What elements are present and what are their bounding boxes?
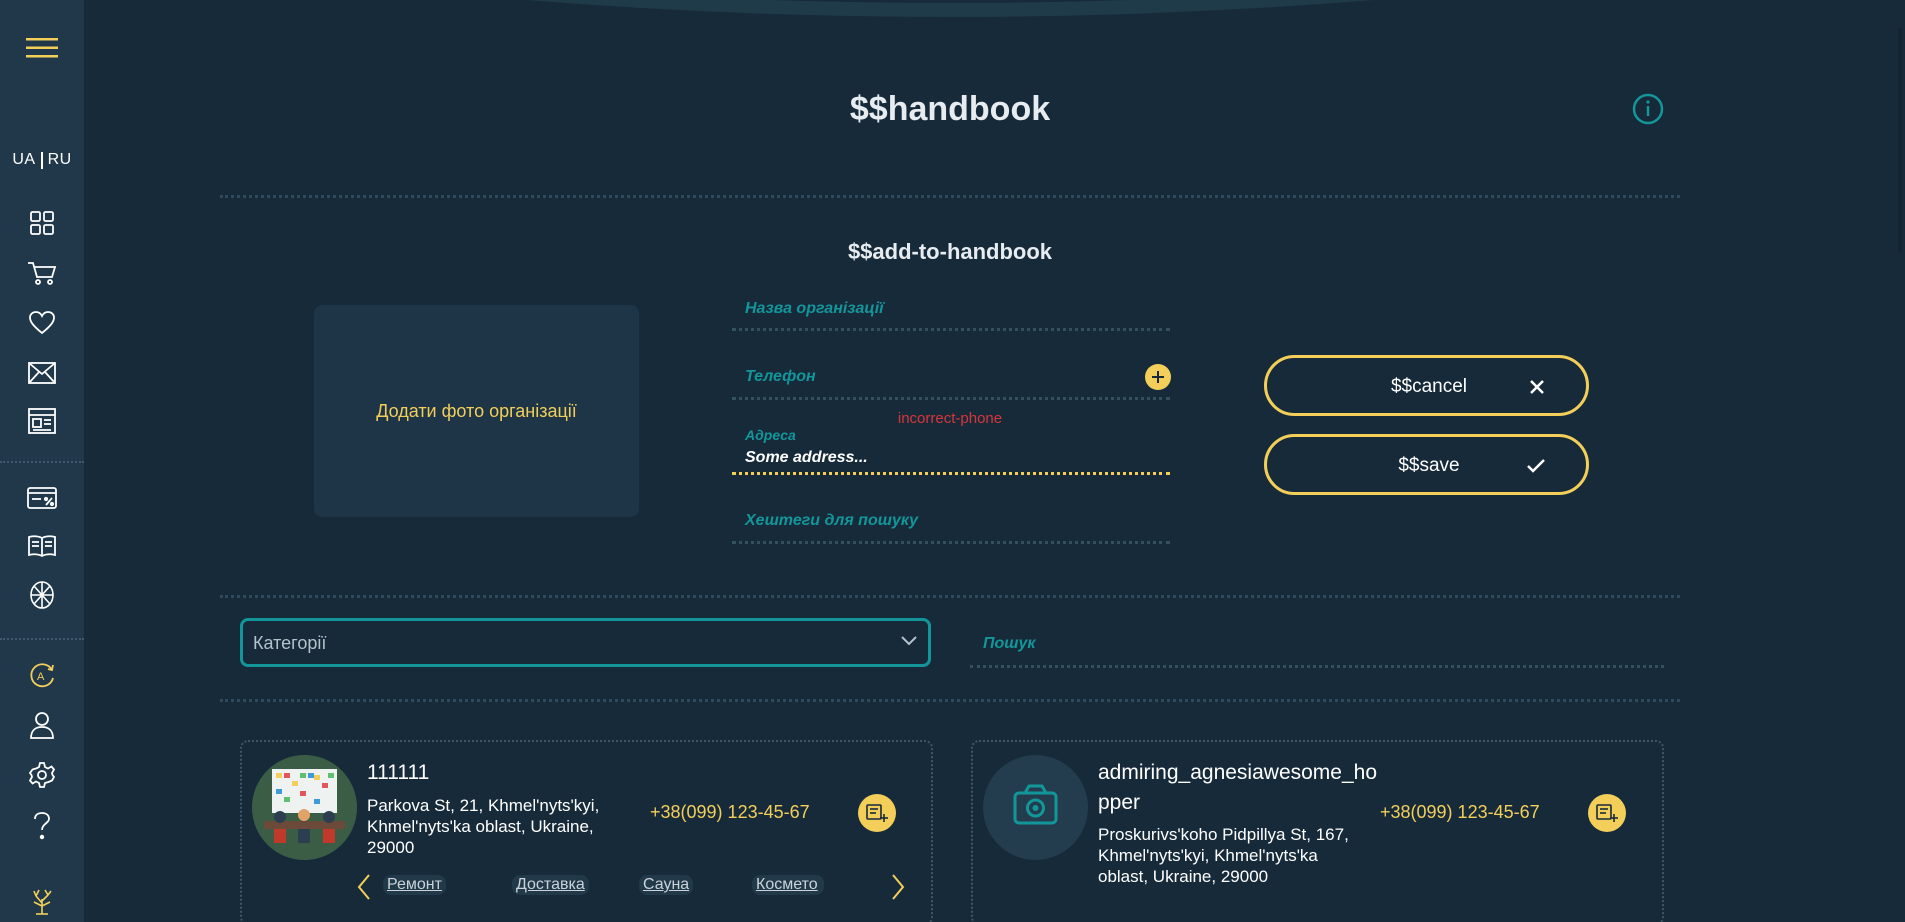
card-address: Proskurivs'koho Pidpillya St, 167, Khmel… bbox=[1098, 825, 1349, 886]
camera-icon bbox=[1013, 784, 1058, 825]
phone-error-message: incorrect-phone bbox=[897, 410, 1003, 427]
sidebar-item-tree[interactable] bbox=[0, 886, 84, 916]
hamburger-menu-button[interactable] bbox=[0, 34, 84, 62]
search-underline bbox=[970, 665, 1664, 668]
add-photo-label: Додати фото організації bbox=[376, 400, 577, 421]
phone-placeholder: Телефон bbox=[745, 368, 816, 385]
sidebar-item-flower[interactable] bbox=[0, 580, 84, 610]
top-decorative-arc bbox=[526, 0, 1374, 17]
news-icon bbox=[28, 408, 56, 434]
dashboard-icon bbox=[30, 211, 54, 235]
organization-avatar-placeholder bbox=[983, 755, 1088, 860]
sidebar-item-help[interactable] bbox=[0, 811, 84, 841]
user-icon bbox=[30, 712, 54, 739]
hashtags-field[interactable]: Хештеги для пошуку bbox=[732, 512, 1170, 546]
categories-placeholder: Категорії bbox=[253, 633, 327, 653]
add-phone-button[interactable] bbox=[1145, 364, 1171, 390]
section-divider bbox=[220, 595, 1680, 598]
sidebar-item-profile[interactable] bbox=[0, 711, 84, 739]
plus-icon bbox=[1152, 371, 1164, 383]
lang-ua[interactable]: UA bbox=[12, 151, 35, 169]
sidebar-item-cart[interactable] bbox=[0, 259, 84, 287]
sidebar: UA RU A bbox=[0, 0, 84, 922]
address-input[interactable]: Some address... bbox=[745, 449, 868, 467]
handbook-icon bbox=[28, 535, 56, 558]
edit-note-icon bbox=[866, 804, 888, 822]
address-field bbox=[732, 472, 1170, 476]
chevron-right-icon[interactable] bbox=[889, 872, 907, 902]
organization-name-placeholder: Назва організації bbox=[745, 300, 884, 317]
svg-text:A: A bbox=[37, 671, 45, 683]
sidebar-item-dashboard[interactable] bbox=[0, 209, 84, 237]
page-title: $$handbook bbox=[849, 90, 1051, 128]
language-switcher: UA RU bbox=[0, 150, 84, 170]
field-underline-active bbox=[732, 472, 1170, 475]
check-icon bbox=[1527, 459, 1545, 473]
tree-icon bbox=[33, 889, 52, 915]
field-underline bbox=[732, 397, 1170, 400]
chevron-left-icon[interactable] bbox=[355, 872, 373, 902]
tag-chip[interactable]: Космето bbox=[752, 875, 824, 895]
sidebar-item-settings[interactable] bbox=[0, 761, 84, 789]
heart-icon bbox=[29, 311, 55, 335]
discount-card-icon bbox=[27, 487, 57, 509]
sidebar-item-translate[interactable]: A bbox=[0, 661, 84, 689]
lang-separator bbox=[40, 151, 43, 169]
sidebar-item-news[interactable] bbox=[0, 407, 84, 435]
card-phone[interactable]: +38(099) 123-45-67 bbox=[1380, 802, 1540, 823]
tag-chip[interactable]: Сауна bbox=[639, 875, 694, 895]
tag-chip[interactable]: Доставка bbox=[512, 875, 589, 895]
close-icon bbox=[1530, 380, 1544, 394]
phone-field[interactable]: Телефон bbox=[732, 368, 1170, 402]
form-section-title: $$add-to-handbook bbox=[847, 239, 1053, 264]
organization-illustration bbox=[252, 755, 357, 860]
translate-icon: A bbox=[30, 663, 54, 688]
chevron-down-icon bbox=[901, 636, 917, 646]
lang-ru[interactable]: RU bbox=[48, 151, 72, 169]
help-icon bbox=[34, 812, 50, 840]
field-underline bbox=[732, 541, 1170, 544]
address-label: Адреса bbox=[745, 427, 796, 443]
section-divider bbox=[220, 699, 1680, 702]
organization-name-field[interactable]: Назва організації bbox=[732, 300, 1170, 334]
organization-avatar bbox=[252, 755, 357, 860]
cancel-button[interactable]: $$cancel bbox=[1264, 355, 1589, 416]
section-divider bbox=[220, 195, 1680, 198]
info-icon[interactable] bbox=[1632, 93, 1664, 125]
card-name: admiring_agnesiawesome_hopper bbox=[1098, 761, 1378, 814]
field-underline bbox=[732, 328, 1170, 331]
sidebar-item-discounts[interactable] bbox=[0, 484, 84, 512]
categories-select[interactable]: Категорії bbox=[240, 618, 931, 667]
sidebar-item-handbook[interactable] bbox=[0, 532, 84, 560]
card-phone[interactable]: +38(099) 123-45-67 bbox=[650, 802, 810, 823]
save-button[interactable]: $$save bbox=[1264, 434, 1589, 495]
handbook-card: admiring_agnesiawesome_hopper Proskurivs… bbox=[971, 740, 1664, 922]
card-action-button[interactable] bbox=[1588, 794, 1626, 832]
card-tags: Ремонт Доставка Сауна Космето bbox=[357, 872, 927, 902]
search-input[interactable]: Пошук bbox=[983, 635, 1036, 653]
sidebar-item-favorites[interactable] bbox=[0, 309, 84, 337]
hashtags-placeholder: Хештеги для пошуку bbox=[745, 512, 919, 529]
settings-icon bbox=[28, 762, 56, 788]
handbook-card: 111111 Parkova St, 21, Khmel'nyts'kyi, K… bbox=[240, 740, 933, 922]
sidebar-divider bbox=[0, 461, 84, 463]
sidebar-item-messages[interactable] bbox=[0, 359, 84, 387]
hamburger-icon bbox=[26, 38, 58, 58]
edit-note-icon bbox=[1596, 804, 1618, 822]
card-address: Parkova St, 21, Khmel'nyts'kyi, Khmel'ny… bbox=[367, 796, 600, 857]
flower-icon bbox=[30, 581, 54, 609]
card-action-button[interactable] bbox=[858, 794, 896, 832]
sidebar-divider bbox=[0, 638, 84, 640]
tag-chip[interactable]: Ремонт bbox=[383, 875, 446, 895]
mail-icon bbox=[28, 362, 56, 384]
add-photo-button[interactable]: Додати фото організації bbox=[314, 305, 639, 517]
cart-icon bbox=[28, 262, 57, 285]
scrollbar-thumb[interactable] bbox=[1898, 28, 1902, 253]
card-name: 111111 bbox=[367, 761, 430, 784]
